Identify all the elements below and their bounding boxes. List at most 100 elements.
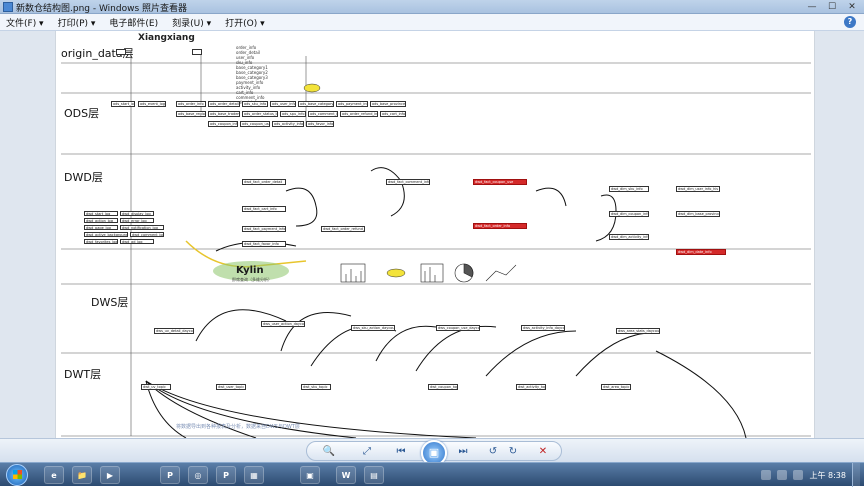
dwt-box: dwt_user_topic (216, 384, 246, 390)
diagram-image: Xiangxiang origin_data层 ODS层 DWD层 DWS层 D… (55, 31, 815, 438)
dwd-dim-box: dwd_dim_user_info_his (676, 186, 720, 192)
kylin-sub-label: 即席查询（多维分析） (232, 277, 272, 282)
dwt-box: dwt_sku_topic (301, 384, 331, 390)
taskbar-app-word[interactable]: W (336, 466, 356, 484)
dws-box: dws_user_action_daycount (261, 321, 305, 327)
dwd-fact-box: dwd_fact_cart_info (242, 206, 286, 212)
dws-box: dws_area_stats_daycount (616, 328, 660, 334)
menu-email[interactable]: 电子邮件(E) (109, 16, 158, 29)
menu-file[interactable]: 文件(F) ▾ (6, 16, 44, 29)
ods-table-box: ods_favor_info (306, 121, 334, 127)
dwd-log-box: dwd_start_log (84, 211, 118, 216)
start-button[interactable] (6, 464, 28, 486)
dws-box: dws_coupon_use_daycount (436, 325, 480, 331)
network-icon[interactable] (777, 470, 788, 480)
delete-icon[interactable]: ✕ (535, 444, 551, 460)
photo-viewer-icon (3, 2, 13, 12)
dwd-dim-box: dwd_dim_date_info (676, 249, 726, 255)
minimize-button[interactable]: — (806, 1, 818, 13)
taskbar: e 📁 ▶ P ◎ P ▦ ▣ W ▤ 上午 8:38 (0, 462, 864, 487)
taskbar-app-explorer[interactable]: 📁 (72, 466, 92, 484)
origin-source-box-2 (192, 49, 202, 55)
dwd-log-box: dwd_action_log (84, 218, 118, 223)
kylin-label: Kylin (236, 265, 264, 276)
clock[interactable]: 上午 8:38 (809, 470, 846, 481)
help-icon[interactable]: ? (844, 16, 856, 28)
dwd-red-box: dwd_fact_order_info (473, 223, 527, 229)
ods-table-box: ods_base_trademark (208, 111, 240, 117)
author-label: Xiangxiang (138, 33, 195, 43)
image-viewport[interactable]: Xiangxiang origin_data层 ODS层 DWD层 DWS层 D… (0, 31, 864, 438)
ods-table-box: ods_base_province (370, 101, 406, 107)
dwd-log-box: dwd_notification_log (120, 225, 164, 230)
taskbar-app-powerpoint[interactable]: P (160, 466, 180, 484)
ods-table-box: ods_comment_info (308, 111, 338, 117)
dwd-log-box: dwd_error_log (120, 218, 154, 223)
next-icon[interactable]: ⏭ (455, 444, 471, 460)
dws-box: dws_uv_detail_daycount (154, 328, 194, 334)
dwd-dim-box: dwd_dim_coupon_info (609, 211, 649, 217)
ods-table-box: ods_payment_info (336, 101, 368, 107)
dwd-log-box: dwd_comment_log (130, 232, 164, 237)
close-button[interactable]: ✕ (846, 1, 858, 13)
origin-field-list: order_info order_detail user_info sku_in… (236, 45, 268, 105)
taskbar-app-media[interactable]: ▶ (100, 466, 120, 484)
ods-table-box: ods_user_info (270, 101, 296, 107)
ods-table-box: ods_coupon_info (208, 121, 238, 127)
ods-table-box: ods_order_status_log (242, 111, 278, 117)
layer-dwd-label: DWD层 (64, 171, 103, 184)
dwd-fact-box: dwd_fact_comment_info (386, 179, 430, 185)
ods-table-box: ods_base_category1 (298, 101, 334, 107)
ods-table-box: ods_order_refund_info (340, 111, 378, 117)
taskbar-app-window[interactable]: ▤ (364, 466, 384, 484)
windows-logo-icon (13, 470, 22, 479)
menu-burn[interactable]: 刻录(U) ▾ (172, 16, 211, 29)
dwt-box: dwt_uv_topic (141, 384, 171, 390)
zoom-icon[interactable]: 🔍▾ (321, 444, 337, 473)
dws-box: dws_activity_info_daycount (521, 325, 565, 331)
keyboard-icon[interactable] (761, 470, 772, 480)
taskbar-app-grid[interactable]: ▦ (244, 466, 264, 484)
taskbar-app-viewer[interactable]: ▣ (300, 466, 320, 484)
rotate-right-icon[interactable]: ↻ (505, 444, 521, 460)
volume-icon[interactable] (793, 470, 804, 480)
taskbar-app-ie[interactable]: e (44, 466, 64, 484)
ods-table-box: ods_order_info (176, 101, 206, 107)
taskbar-app-pdf[interactable]: P (216, 466, 236, 484)
show-desktop-button[interactable] (852, 463, 860, 487)
diagram-lines (61, 51, 811, 438)
menu-print[interactable]: 打印(P) ▾ (58, 16, 96, 29)
dwd-log-box: dwd_favorites_log (84, 239, 118, 244)
dwd-log-box: dwd_ad_log (120, 239, 154, 244)
dwd-fact-box: dwd_fact_favor_info (242, 241, 286, 247)
ods-table-box: ods_activity_info (272, 121, 304, 127)
previous-icon[interactable]: ⏮ (393, 444, 409, 460)
window-title: 新数仓结构图.png - Windows 照片查看器 (16, 4, 187, 14)
menu-bar: 文件(F) ▾ 打印(P) ▾ 电子邮件(E) 刻录(U) ▾ 打开(O) ▾ … (0, 14, 864, 31)
ods-table-box: ods_spu_info (280, 111, 306, 117)
ods-table-box: ods_event_log (138, 101, 166, 107)
dwd-log-box: dwd_display_log (120, 211, 154, 216)
dwd-fact-box: dwd_fact_payment_info (242, 226, 286, 232)
dwd-dim-box: dwd_dim_activity_info (609, 234, 649, 240)
system-tray: 上午 8:38 (761, 463, 860, 487)
maximize-button[interactable]: ☐ (826, 1, 838, 13)
ods-table-box: ods_cart_info (380, 111, 406, 117)
ods-table-box: ods_coupon_use (240, 121, 270, 127)
footer-note: 将数据导出到各种报表及分析，数据来自DWS与DWT层 (176, 424, 300, 430)
dwd-red-box: dwd_fact_coupon_use (473, 179, 527, 185)
dws-box: dws_sku_action_daycount (351, 325, 395, 331)
dwd-fact-box: dwd_fact_order_refund_info (321, 226, 365, 232)
dwt-box: dwt_activity_topic (516, 384, 546, 390)
dwd-dim-box: dwd_dim_base_province (676, 211, 720, 217)
layer-dws-label: DWS层 (91, 296, 129, 309)
menu-open[interactable]: 打开(O) ▾ (225, 16, 265, 29)
rotate-left-icon[interactable]: ↺ (485, 444, 501, 460)
actual-size-icon[interactable]: ⤢ (359, 444, 375, 460)
ods-table-box: ods_start_log (111, 101, 135, 107)
dwd-fact-box: dwd_fact_order_detail (242, 179, 286, 185)
dwt-box: dwt_coupon_topic (428, 384, 458, 390)
taskbar-app-netease[interactable]: ◎ (188, 466, 208, 484)
dwd-dim-box: dwd_dim_sku_info (609, 186, 649, 192)
layer-ods-label: ODS层 (64, 107, 100, 120)
